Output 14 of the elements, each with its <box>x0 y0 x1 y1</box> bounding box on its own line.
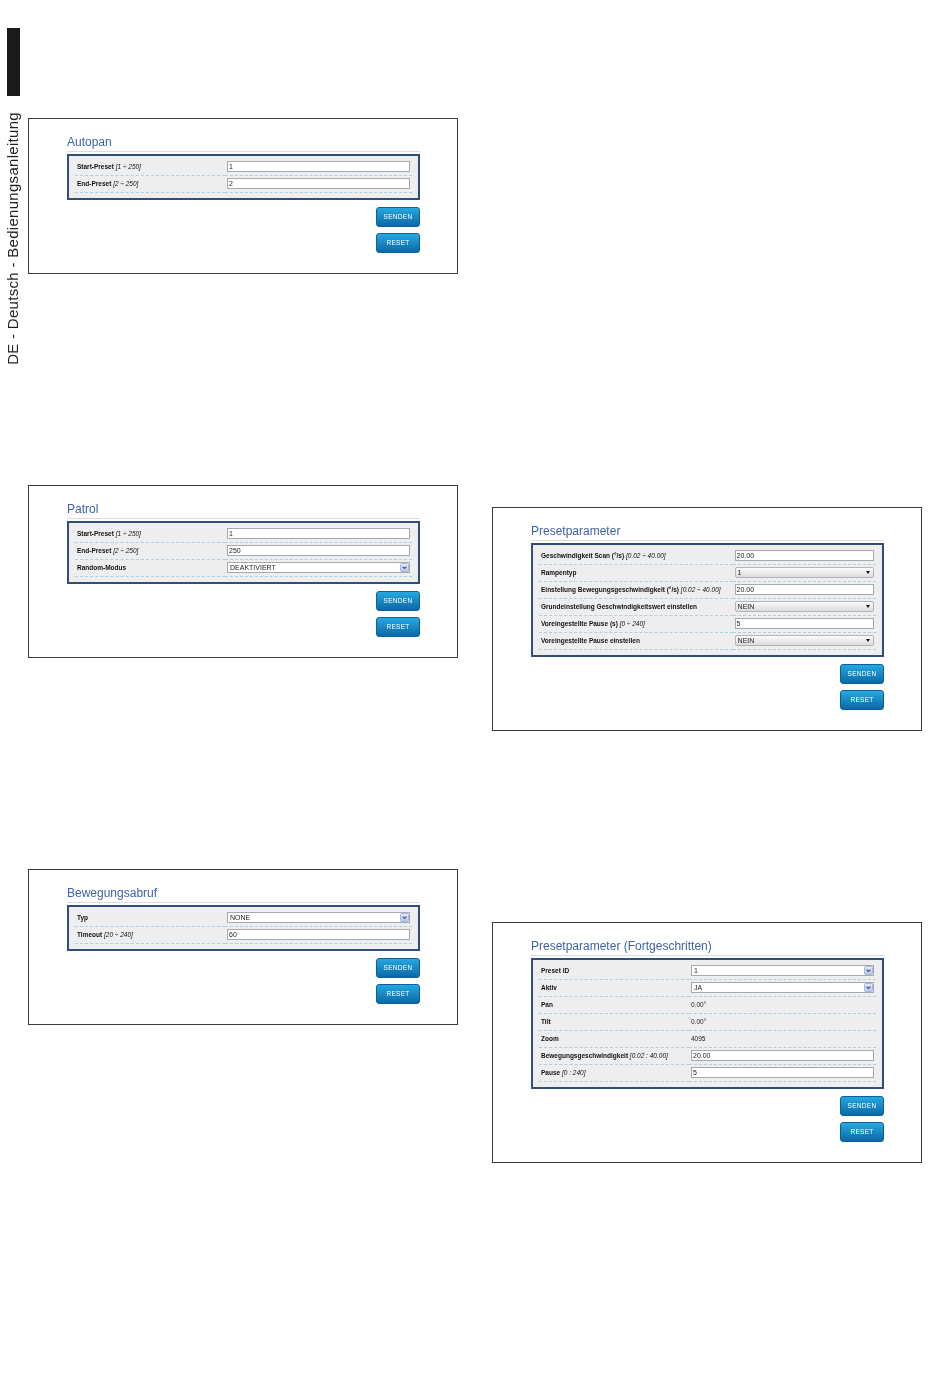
chevron-down-icon <box>864 966 873 975</box>
triangle-down-icon <box>866 571 870 574</box>
panel-title: Presetparameter <box>531 524 621 539</box>
triangle-down-icon <box>866 605 870 608</box>
panel-title: Patrol <box>67 502 99 517</box>
chevron-down-icon <box>400 563 409 572</box>
side-label: DE - Deutsch - Bedienungsanleitung <box>5 112 21 365</box>
chevron-down-icon <box>400 913 409 922</box>
chapter-marker-bar <box>7 28 20 96</box>
panel-title: Bewegungsabruf <box>67 886 158 901</box>
triangle-down-icon <box>866 639 870 642</box>
panel-title: Autopan <box>67 135 112 150</box>
panel-title: Presetparameter (Fortgeschritten) <box>531 939 712 954</box>
chevron-down-icon <box>864 983 873 992</box>
